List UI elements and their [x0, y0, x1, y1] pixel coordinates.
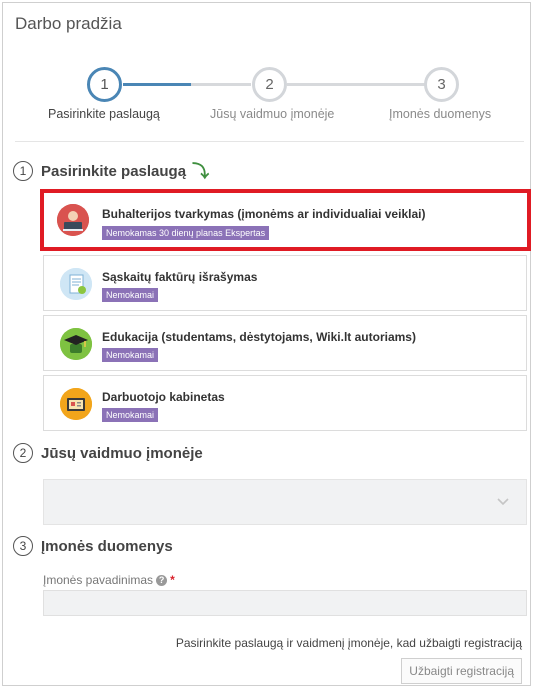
service-option-education[interactable]: Edukacija (studentams, dėstytojams, Wiki… [43, 315, 527, 371]
invoice-icon [60, 268, 92, 300]
section-role-header: 2 Jūsų vaidmuo įmonėje [13, 442, 203, 464]
section-title: Įmonės duomenys [41, 537, 173, 555]
service-badge: Nemokamas 30 dienų planas Ekspertas [102, 226, 270, 240]
section-number: 3 [13, 536, 33, 556]
stepper-line-pending [191, 83, 251, 86]
stepper-line-pending [287, 83, 425, 86]
company-name-label-text: Įmonės pavadinimas [43, 573, 154, 587]
service-option-invoicing[interactable]: Sąskaitų faktūrų išrašymas Nemokamai [43, 255, 527, 311]
completion-hint: Pasirinkite paslaugą ir vaidmenį įmonėje… [175, 636, 522, 650]
employee-cabinet-icon [60, 388, 92, 420]
section-title: Jūsų vaidmuo įmonėje [41, 444, 203, 462]
progress-stepper: 1 2 3 Pasirinkite paslaugą Jūsų vaidmuo … [3, 67, 532, 127]
service-badge: Nemokamai [102, 408, 159, 422]
step-3-label[interactable]: Įmonės duomenys [389, 107, 491, 121]
section-company-header: 3 Įmonės duomenys [13, 535, 173, 557]
help-icon[interactable]: ? [156, 574, 168, 586]
finish-registration-button[interactable]: Užbaigti registraciją [401, 658, 522, 684]
accountant-icon [57, 204, 89, 236]
page-title: Darbo pradžia [15, 14, 122, 33]
step-1-label[interactable]: Pasirinkite paslaugą [48, 107, 160, 121]
role-select[interactable] [43, 479, 527, 525]
service-option-employee-cabinet[interactable]: Darbuotojo kabinetas Nemokamai [43, 375, 527, 431]
company-name-label: Įmonės pavadinimas ? * [43, 573, 175, 587]
graduation-cap-icon [60, 328, 92, 360]
required-mark: * [170, 573, 175, 587]
divider [15, 141, 524, 142]
service-name: Buhalterijos tvarkymas (įmonėms ar indiv… [102, 207, 426, 221]
chevron-down-icon [497, 498, 509, 506]
step-1-circle[interactable]: 1 [87, 67, 122, 102]
section-number: 1 [13, 161, 33, 181]
step-2-circle[interactable]: 2 [252, 67, 287, 102]
section-services-header: 1 Pasirinkite paslaugą ⤵ [13, 160, 209, 182]
down-arrow-icon: ⤵ [192, 161, 210, 181]
step-3-circle[interactable]: 3 [424, 67, 459, 102]
service-badge: Nemokamai [102, 288, 159, 302]
section-title: Pasirinkite paslaugą [41, 162, 187, 180]
section-number: 2 [13, 443, 33, 463]
service-name: Sąskaitų faktūrų išrašymas [102, 270, 258, 284]
company-name-input[interactable] [43, 590, 527, 616]
stepper-line-done [123, 83, 191, 86]
registration-panel: Darbo pradžia 1 2 3 Pasirinkite paslaugą… [2, 2, 531, 686]
service-name: Darbuotojo kabinetas [102, 390, 225, 404]
step-2-label[interactable]: Jūsų vaidmuo įmonėje [210, 107, 334, 121]
service-option-accounting[interactable]: Buhalterijos tvarkymas (įmonėms ar indiv… [40, 189, 531, 251]
service-name: Edukacija (studentams, dėstytojams, Wiki… [102, 330, 416, 344]
service-badge: Nemokamai [102, 348, 159, 362]
